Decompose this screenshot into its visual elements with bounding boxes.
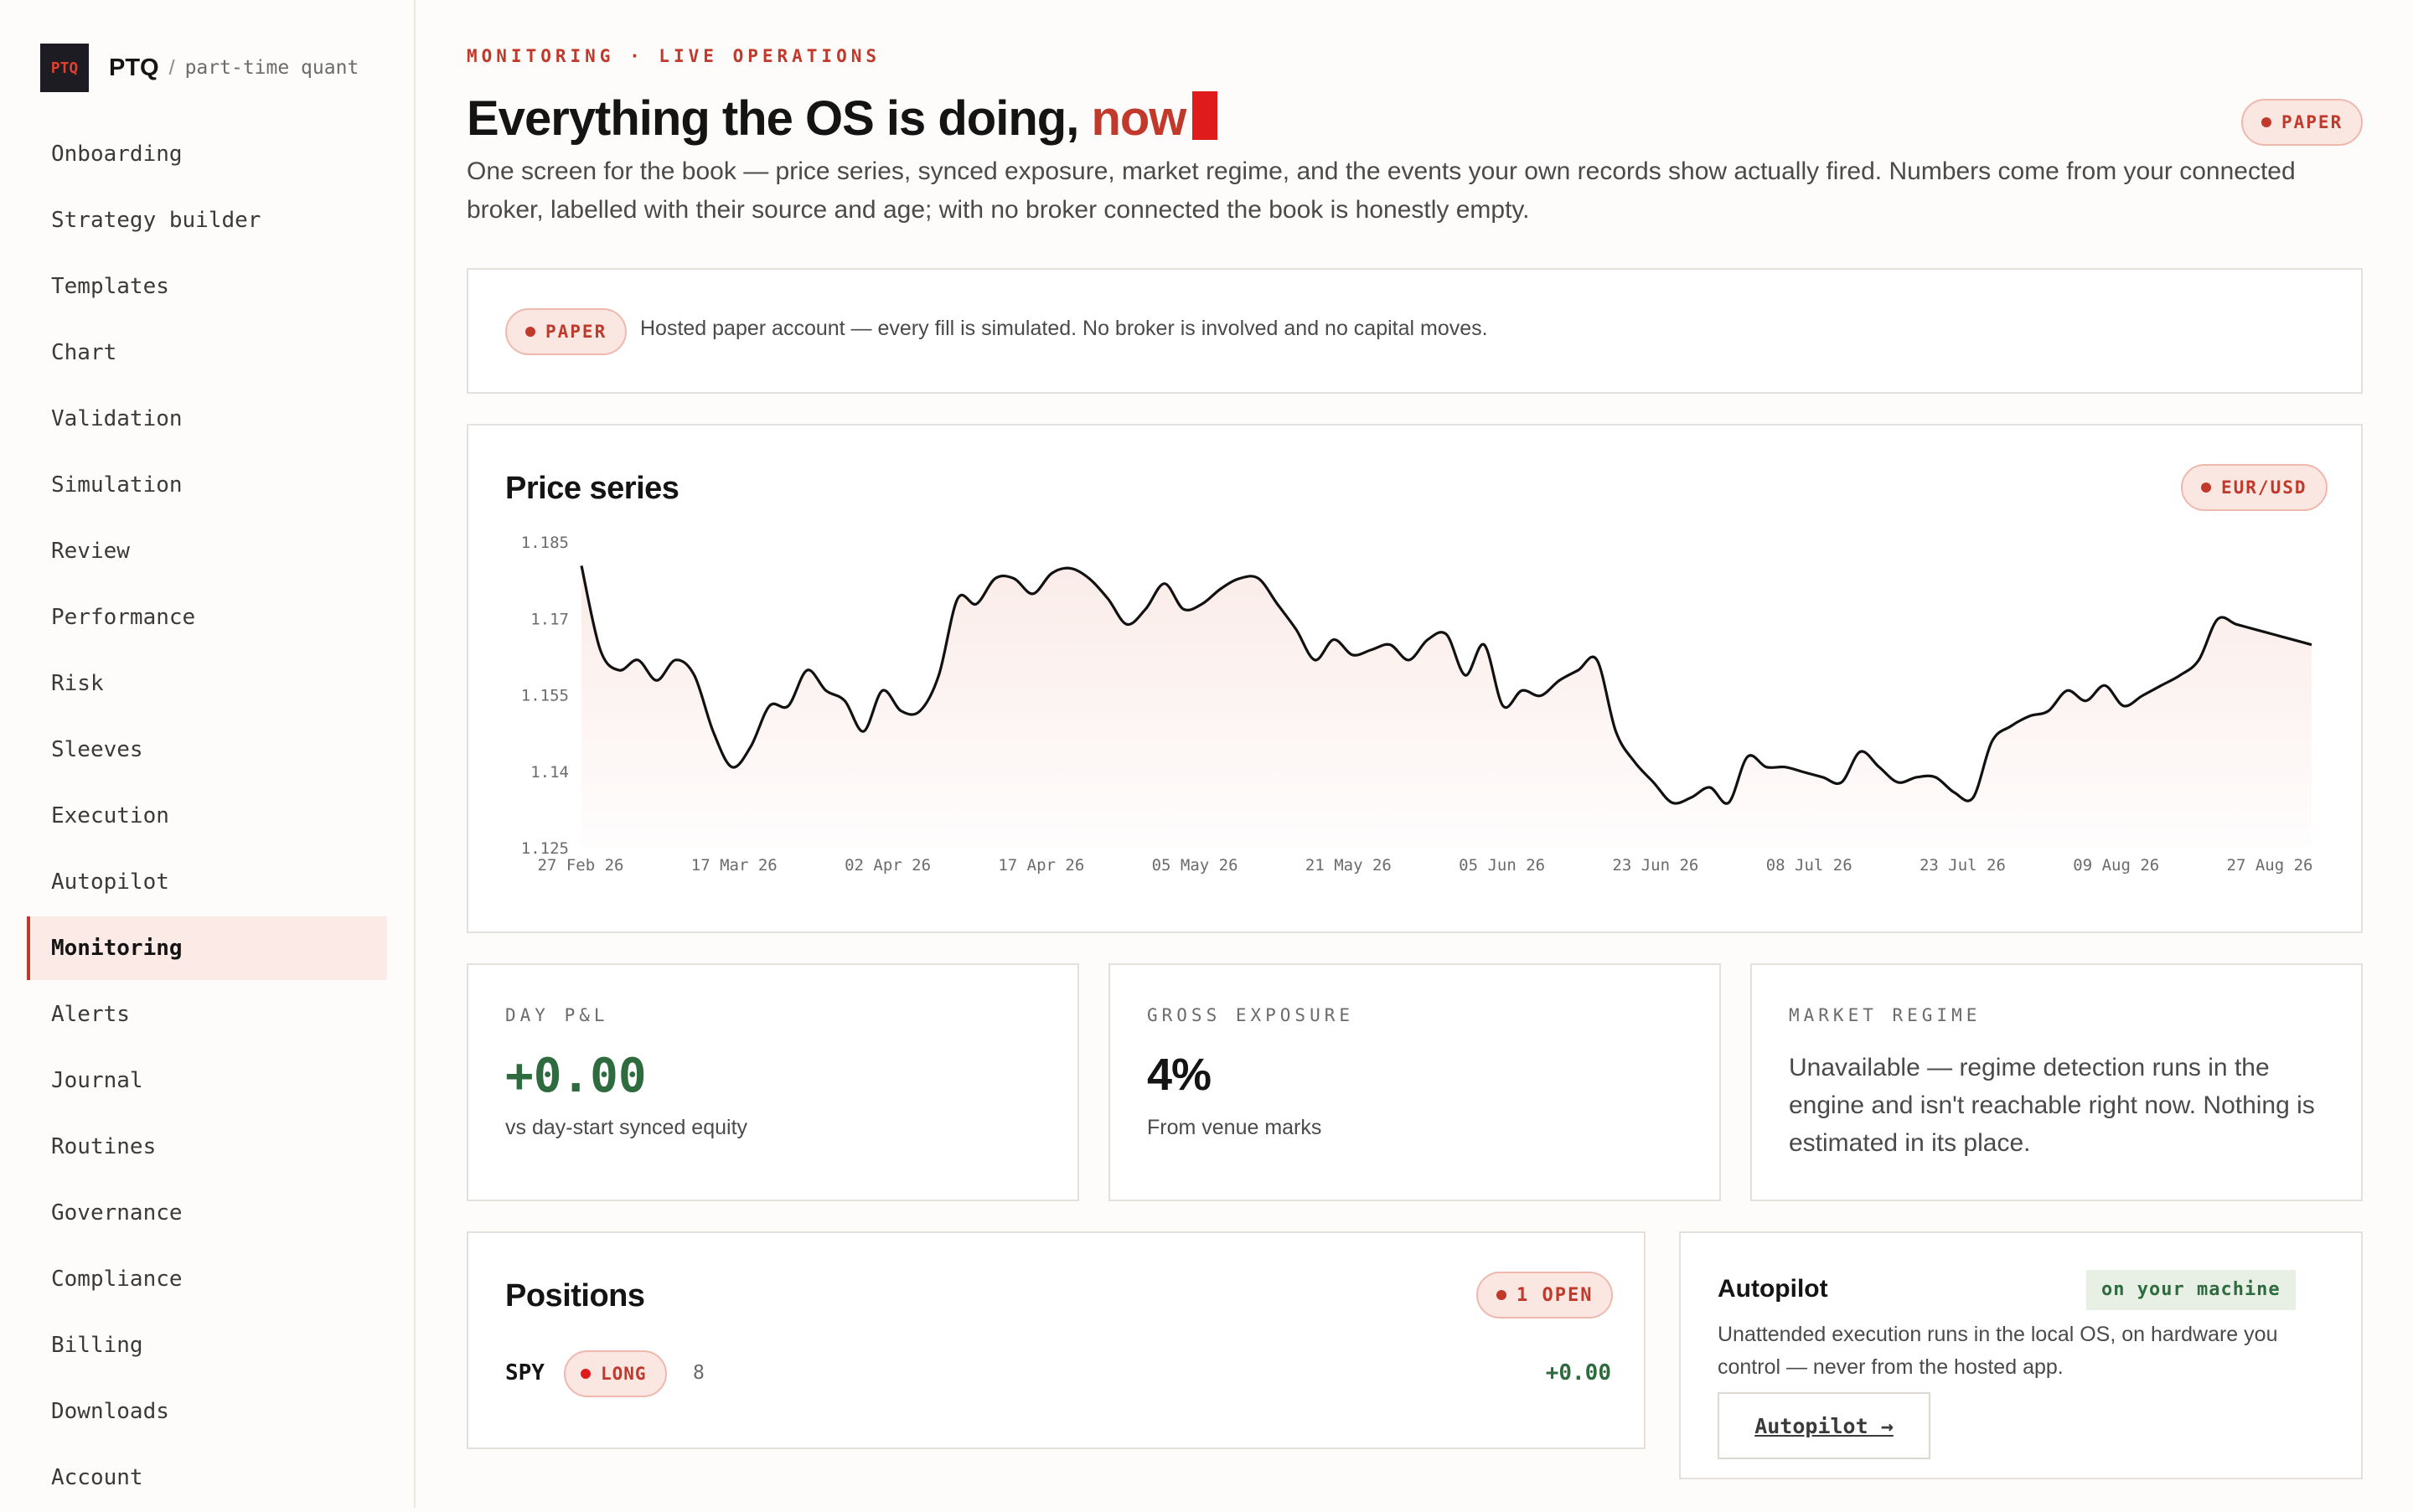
x-tick-label: 23 Jul 26 (1920, 856, 2006, 875)
cursor-block (1192, 91, 1218, 140)
gross-exposure-subtext: From venue marks (1147, 1116, 1322, 1139)
sidebar-item-risk[interactable]: Risk (27, 652, 387, 715)
paper-notice-badge: PAPER (505, 308, 628, 355)
position-side-badge: LONG (564, 1350, 667, 1397)
sidebar-item-strategy-builder[interactable]: Strategy builder (27, 188, 387, 252)
page-description: One screen for the book — price series, … (467, 157, 2296, 224)
brand-tagline: part-time quant (184, 57, 359, 79)
y-axis: 1.185 1.17 1.155 1.14 1.125 (521, 534, 569, 858)
y-tick-label: 1.14 (530, 763, 569, 782)
sidebar-nav: Onboarding Strategy builder Templates Chart… (27, 122, 387, 1512)
paper-notice-badge-dot (525, 327, 535, 337)
day-pnl-subtext: vs day-start synced equity (505, 1116, 748, 1139)
day-pnl-value: +0.00 (505, 1049, 647, 1103)
x-axis: 27 Feb 26 17 Mar 26 02 Apr 26 17 Apr 26 05 M… (538, 856, 2313, 875)
gross-exposure-label: GROSS EXPOSURE (1147, 1005, 1355, 1025)
mode-badge: PAPER (2241, 99, 2364, 146)
price-series-card: Price series EUR/USD 1.185 1.17 1.155 1.14 1… (467, 424, 2363, 933)
sidebar-item-sleeves[interactable]: Sleeves (27, 718, 387, 782)
x-tick-label: 21 May 26 (1305, 856, 1392, 875)
brand[interactable]: PTQ PTQ / part-time quant (40, 44, 359, 92)
x-tick-label: 23 Jun 26 (1612, 856, 1698, 875)
position-quantity: 8 (693, 1362, 705, 1384)
page-eyebrow: MONITORING · LIVE OPERATIONS (467, 46, 881, 66)
y-tick-label: 1.125 (521, 839, 569, 858)
autopilot-description: Unattended execution runs in the local O… (1718, 1323, 2278, 1379)
sidebar-item-alerts[interactable]: Alerts (27, 983, 387, 1046)
sidebar-item-templates[interactable]: Templates (27, 255, 387, 318)
position-pnl: +0.00 (1545, 1360, 1611, 1386)
day-pnl-card: DAY P&L +0.00 vs day-start synced equity (467, 963, 1079, 1201)
autopilot-button[interactable]: Autopilot → (1718, 1392, 1930, 1459)
position-symbol: SPY (505, 1360, 545, 1386)
y-tick-label: 1.155 (521, 687, 569, 705)
position-row[interactable]: SPY LONG 8 +0.00 (505, 1349, 1611, 1399)
day-pnl-label: DAY P&L (505, 1005, 609, 1025)
sidebar-item-downloads[interactable]: Downloads (27, 1380, 387, 1443)
x-tick-label: 05 Jun 26 (1459, 856, 1545, 875)
x-tick-label: 27 Feb 26 (538, 856, 624, 875)
autopilot-card: Autopilot on your machine Unattended exe… (1679, 1231, 2363, 1479)
position-side-label: LONG (601, 1364, 647, 1384)
autopilot-location-tag: on your machine (2086, 1270, 2296, 1310)
open-count-badge-dot (1496, 1290, 1506, 1300)
x-tick-label: 17 Mar 26 (691, 856, 778, 875)
sidebar-item-governance[interactable]: Governance (27, 1181, 387, 1245)
y-tick-label: 1.185 (521, 534, 569, 552)
x-tick-label: 17 Apr 26 (998, 856, 1084, 875)
x-tick-label: 02 Apr 26 (845, 856, 931, 875)
sidebar-item-execution[interactable]: Execution (27, 784, 387, 848)
x-tick-label: 09 Aug 26 (2073, 856, 2159, 875)
market-regime-text: Unavailable — regime detection runs in t… (1789, 1054, 2315, 1157)
open-count-badge-label: 1 OPEN (1517, 1284, 1594, 1306)
mode-badge-label: PAPER (2281, 112, 2343, 132)
x-tick-label: 27 Aug 26 (2227, 856, 2313, 875)
positions-card: Positions 1 OPEN SPY LONG 8 +0.00 (467, 1231, 1646, 1449)
market-regime-card: MARKET REGIME Unavailable — regime detec… (1750, 963, 2363, 1201)
sidebar-item-billing[interactable]: Billing (27, 1313, 387, 1377)
sidebar-item-account[interactable]: Account (27, 1446, 387, 1509)
sidebar: PTQ PTQ / part-time quant Onboarding Stra… (0, 0, 416, 1508)
sidebar-item-performance[interactable]: Performance (27, 586, 387, 649)
sidebar-item-review[interactable]: Review (27, 519, 387, 583)
brand-separator: / (168, 55, 175, 80)
x-tick-label: 05 May 26 (1152, 856, 1238, 875)
sidebar-item-routines[interactable]: Routines (27, 1115, 387, 1179)
page-title: Everything the OS is doing, now (467, 90, 1218, 147)
paper-notice-card: PAPER Hosted paper account — every fill … (467, 268, 2363, 394)
paper-notice-text: Hosted paper account — every fill is sim… (640, 317, 1488, 340)
sidebar-item-chart[interactable]: Chart (27, 321, 387, 384)
mode-badge-dot (2261, 117, 2271, 127)
price-chart[interactable]: 1.185 1.17 1.155 1.14 1.12527 Feb 26 17 Mar 2… (468, 426, 2364, 935)
sidebar-item-journal[interactable]: Journal (27, 1049, 387, 1112)
open-count-badge: 1 OPEN (1476, 1272, 1614, 1318)
position-side-dot (581, 1369, 591, 1379)
sidebar-item-compliance[interactable]: Compliance (27, 1247, 387, 1311)
gross-exposure-card: GROSS EXPOSURE 4% From venue marks (1108, 963, 1721, 1201)
autopilot-title: Autopilot (1718, 1275, 1828, 1303)
gross-exposure-value: 4% (1147, 1050, 1212, 1100)
page-title-accent: now (1091, 91, 1186, 146)
brand-name: PTQ (109, 54, 159, 81)
positions-title: Positions (505, 1278, 645, 1313)
y-tick-label: 1.17 (530, 610, 569, 628)
sidebar-item-simulation[interactable]: Simulation (27, 453, 387, 517)
sidebar-item-validation[interactable]: Validation (27, 387, 387, 451)
sidebar-item-autopilot[interactable]: Autopilot (27, 850, 387, 914)
market-regime-label: MARKET REGIME (1789, 1005, 1982, 1025)
page-title-main: Everything the OS is doing, (467, 91, 1092, 146)
brand-logo: PTQ (40, 44, 89, 92)
paper-notice-badge-label: PAPER (545, 322, 607, 342)
sidebar-item-onboarding[interactable]: Onboarding (27, 122, 387, 186)
x-tick-label: 08 Jul 26 (1766, 856, 1852, 875)
sidebar-item-monitoring[interactable]: Monitoring (27, 916, 387, 980)
